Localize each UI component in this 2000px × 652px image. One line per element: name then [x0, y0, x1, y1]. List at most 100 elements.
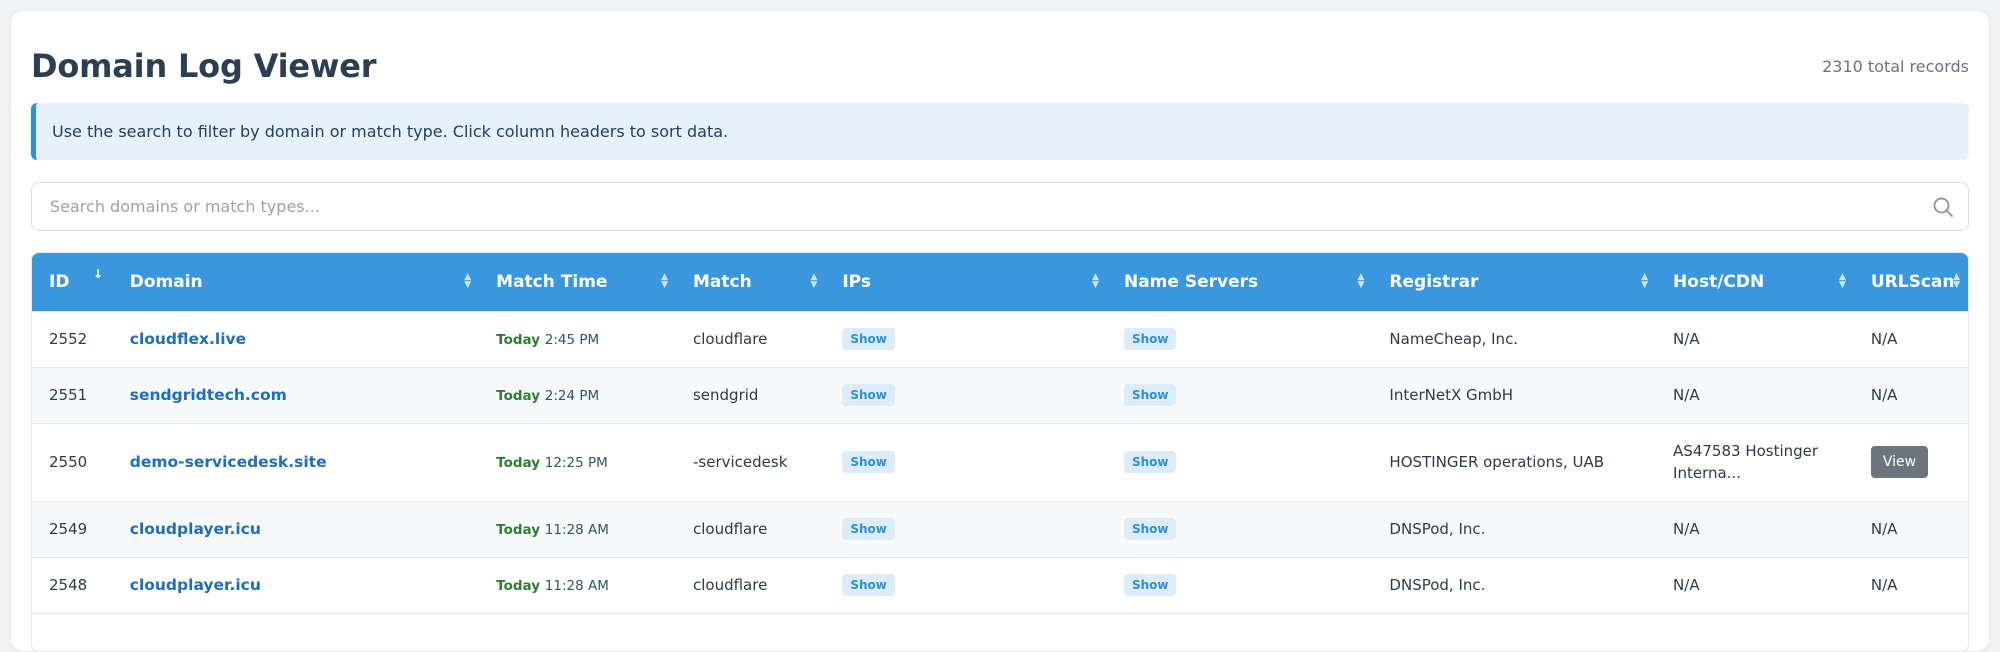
cell-match-time: Today 12:25 PM: [479, 423, 676, 501]
search-input[interactable]: [32, 183, 1968, 230]
match-day: Today: [496, 388, 541, 404]
column-header-label: ID: [49, 272, 70, 292]
show-ips-button[interactable]: Show: [842, 327, 895, 350]
cell-registrar: DNSPod, Inc.: [1389, 520, 1486, 538]
match-day: Today: [496, 522, 541, 538]
show-ips-button[interactable]: Show: [842, 384, 895, 406]
column-header-label: Domain: [129, 272, 203, 292]
page-header: Domain Log Viewer 2310 total records: [31, 37, 1969, 97]
match-time: 11:28 AM: [544, 578, 609, 594]
sort-icon: ▲ ▼: [1953, 272, 1960, 290]
match-day: Today: [496, 578, 541, 594]
domain-link[interactable]: cloudplayer.icu: [130, 576, 261, 594]
cell-name-servers: Show: [1107, 501, 1372, 557]
show-ips-button[interactable]: Show: [842, 518, 895, 540]
show-name-servers-button[interactable]: Show: [1123, 451, 1177, 473]
cell-match: cloudflare: [692, 576, 768, 594]
match-time: 12:25 PM: [544, 455, 608, 471]
show-name-servers-button[interactable]: Show: [1123, 574, 1177, 596]
column-header-ips[interactable]: IPs ▲ ▼: [825, 253, 1107, 311]
cell-match-time: Today 2:24 PM: [479, 367, 676, 423]
match-time: 11:28 AM: [544, 522, 609, 538]
show-ips-button[interactable]: Show: [842, 451, 895, 473]
match-time: 2:24 PM: [544, 388, 600, 404]
urlscan-view-button[interactable]: View: [1870, 446, 1929, 478]
column-header-label: Name Servers: [1123, 272, 1259, 292]
column-header-label: Registrar: [1389, 272, 1479, 292]
cell-registrar: HOSTINGER operations, UAB: [1389, 453, 1605, 471]
table-row: 2552 cloudflex.live Today 2:45 PM cloudf…: [32, 311, 1968, 367]
column-header-host-cdn[interactable]: Host/CDN ▲ ▼: [1656, 253, 1854, 311]
domain-link[interactable]: sendgridtech.com: [130, 386, 287, 404]
cell-urlscan: N/A: [1870, 520, 1898, 538]
cell-registrar: InterNetX GmbH: [1389, 386, 1514, 404]
cell-host-cdn: N/A: [1673, 576, 1700, 594]
column-header-urlscan[interactable]: URLScan ▲ ▼: [1854, 253, 1968, 311]
cell-id: 2550: [49, 453, 88, 471]
cell-urlscan: N/A: [1870, 329, 1898, 348]
cell-domain: sendgridtech.com: [113, 367, 479, 423]
cell-domain: cloudplayer.icu: [113, 557, 479, 613]
column-header-label: Match: [692, 272, 752, 292]
show-name-servers-button[interactable]: Show: [1123, 327, 1177, 350]
sort-icon: ▲ ▼: [1641, 272, 1649, 290]
cell-name-servers: Show: [1107, 423, 1372, 501]
column-header-label: URLScan: [1870, 272, 1955, 292]
table-row: 2549 cloudplayer.icu Today 11:28 AM clou…: [32, 501, 1968, 557]
column-header-name-servers[interactable]: Name Servers ▲ ▼: [1107, 253, 1372, 311]
match-day: Today: [496, 455, 541, 471]
cell-ips: Show: [825, 501, 1107, 557]
table-row: 2550 demo-servicedesk.site Today 12:25 P…: [32, 423, 1968, 501]
domain-link[interactable]: demo-servicedesk.site: [130, 453, 327, 471]
cell-match-time: Today 2:45 PM: [479, 311, 676, 367]
sort-icon: ▲ ▼: [1092, 272, 1099, 290]
cell-id: 2552: [49, 329, 88, 348]
sort-desc-icon: ↓: [93, 267, 104, 281]
cell-name-servers: Show: [1107, 367, 1372, 423]
cell-urlscan: N/A: [1870, 386, 1898, 404]
cell-match: cloudflare: [692, 520, 768, 538]
cell-ips: Show: [825, 557, 1107, 613]
cell-id: 2551: [49, 386, 88, 404]
column-header-label: IPs: [842, 272, 871, 292]
cell-urlscan: N/A: [1870, 576, 1898, 594]
domain-link[interactable]: cloudflex.live: [130, 330, 246, 348]
sort-icon: ▲ ▼: [661, 272, 668, 290]
page-title: Domain Log Viewer: [31, 47, 377, 85]
cell-match-time: Today 11:28 AM: [479, 557, 676, 613]
match-time: 2:45 PM: [544, 331, 600, 348]
cell-domain: cloudflex.live: [113, 311, 479, 367]
cell-domain: demo-servicedesk.site: [113, 423, 479, 501]
table-row: 2548 cloudplayer.icu Today 11:28 AM clou…: [32, 557, 1968, 613]
column-header-domain[interactable]: Domain ▲ ▼: [113, 253, 479, 311]
cell-match-time: Today 11:28 AM: [479, 501, 676, 557]
search-icon[interactable]: [1932, 196, 1954, 218]
cell-host-cdn: N/A: [1673, 329, 1700, 348]
domain-table: ID ↓ Domain ▲ ▼ Match Time ▲ ▼ Match ▲ ▼ IPs ▲ ▼ …: [31, 252, 1969, 652]
column-header-label: Host/CDN: [1673, 272, 1765, 292]
cell-id: 2548: [49, 576, 88, 594]
show-ips-button[interactable]: Show: [842, 574, 895, 596]
show-name-servers-button[interactable]: Show: [1123, 384, 1177, 406]
cell-match: -servicedesk: [692, 453, 788, 471]
column-header-match[interactable]: Match ▲ ▼: [676, 253, 825, 311]
cell-host-cdn: AS47583 Hostinger Interna...: [1673, 442, 1819, 482]
cell-registrar: DNSPod, Inc.: [1389, 576, 1486, 594]
cell-registrar: NameCheap, Inc.: [1389, 329, 1519, 348]
info-message: Use the search to filter by domain or ma…: [52, 122, 729, 141]
main-card: Domain Log Viewer 2310 total records Use…: [11, 11, 1989, 652]
show-name-servers-button[interactable]: Show: [1123, 518, 1177, 540]
cell-domain: cloudplayer.icu: [113, 501, 479, 557]
sort-icon: ▲ ▼: [1357, 272, 1365, 290]
cell-host-cdn: N/A: [1673, 386, 1700, 404]
cell-ips: Show: [825, 367, 1107, 423]
domain-link[interactable]: cloudplayer.icu: [130, 520, 261, 538]
column-header-match-time[interactable]: Match Time ▲ ▼: [479, 253, 676, 311]
cell-host-cdn: N/A: [1673, 520, 1700, 538]
sort-icon: ▲ ▼: [810, 272, 818, 290]
column-header-registrar[interactable]: Registrar ▲ ▼: [1372, 253, 1656, 311]
cell-match: sendgrid: [692, 386, 759, 404]
record-count: 2310 total records: [1822, 57, 1969, 76]
cell-name-servers: Show: [1107, 557, 1372, 613]
column-header-id[interactable]: ID ↓: [32, 253, 113, 311]
